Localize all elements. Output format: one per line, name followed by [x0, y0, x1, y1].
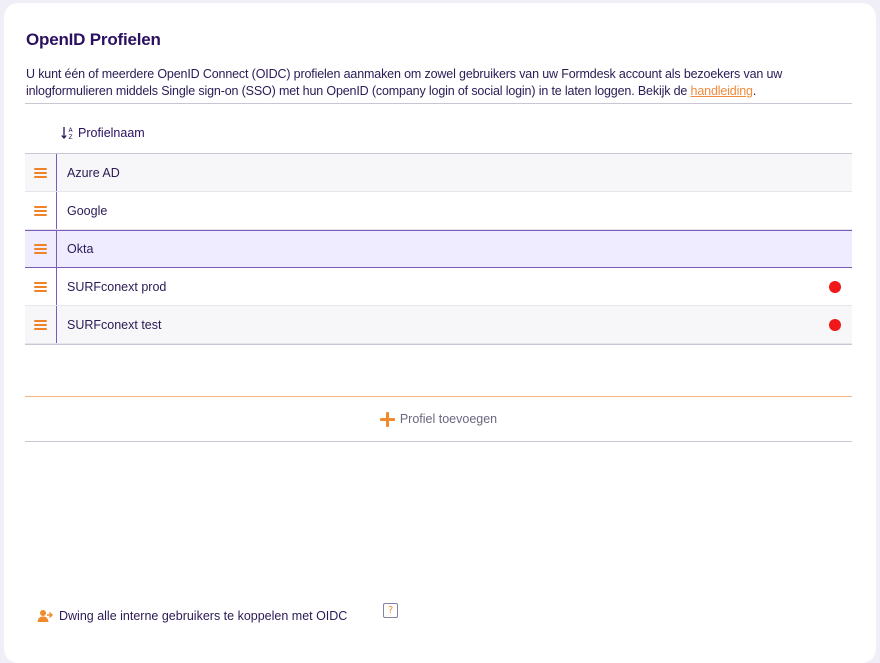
drag-handle-icon[interactable]	[25, 268, 57, 305]
svg-text:Z: Z	[69, 134, 73, 140]
plus-icon	[379, 411, 395, 427]
force-oidc-option[interactable]: Dwing alle interne gebruikers te koppele…	[37, 609, 347, 623]
profiles-table: A Z Profielnaam Azure AD Google Okta SUR…	[25, 103, 852, 345]
sort-profile-name-header[interactable]: A Z Profielnaam	[61, 126, 145, 140]
drag-handle-icon[interactable]	[25, 192, 57, 229]
table-row[interactable]: SURFconext test	[25, 306, 852, 344]
intro-end: .	[752, 84, 757, 98]
drag-handle-icon[interactable]	[25, 154, 57, 191]
add-profile-button[interactable]: Profiel toevoegen	[25, 396, 852, 442]
table-row[interactable]: Google	[25, 192, 852, 230]
force-oidc-label: Dwing alle interne gebruikers te koppele…	[59, 609, 348, 623]
help-icon[interactable]: ?	[383, 603, 398, 618]
table-header: A Z Profielnaam	[25, 104, 852, 154]
profile-name: Azure AD	[67, 165, 120, 180]
drag-handle-icon[interactable]	[25, 231, 57, 267]
main-panel: OpenID Profielen U kunt één of meerdere …	[4, 3, 876, 663]
profile-name: SURFconext test	[67, 317, 162, 332]
profile-name: SURFconext prod	[67, 279, 167, 294]
profile-name: Google	[67, 203, 108, 218]
user-link-icon	[37, 610, 53, 622]
svg-text:A: A	[69, 127, 74, 134]
table-row[interactable]: Azure AD	[25, 154, 852, 192]
column-header-profile-name: Profielnaam	[78, 126, 145, 140]
table-bottom-border	[25, 344, 852, 345]
status-dot-icon	[829, 281, 841, 293]
status-dot-icon	[829, 319, 841, 331]
add-profile-label: Profiel toevoegen	[399, 412, 498, 426]
profile-name: Okta	[67, 242, 94, 256]
page-title: OpenID Profielen	[26, 30, 161, 49]
intro-text: U kunt één of meerdere OpenID Connect (O…	[26, 66, 856, 100]
table-row-selected[interactable]: Okta	[25, 230, 852, 268]
drag-handle-icon[interactable]	[25, 306, 57, 343]
manual-link[interactable]: handleiding	[691, 84, 753, 98]
intro-body: U kunt één of meerdere OpenID Connect (O…	[26, 67, 783, 98]
sort-az-icon: A Z	[61, 127, 74, 140]
table-row[interactable]: SURFconext prod	[25, 268, 852, 306]
